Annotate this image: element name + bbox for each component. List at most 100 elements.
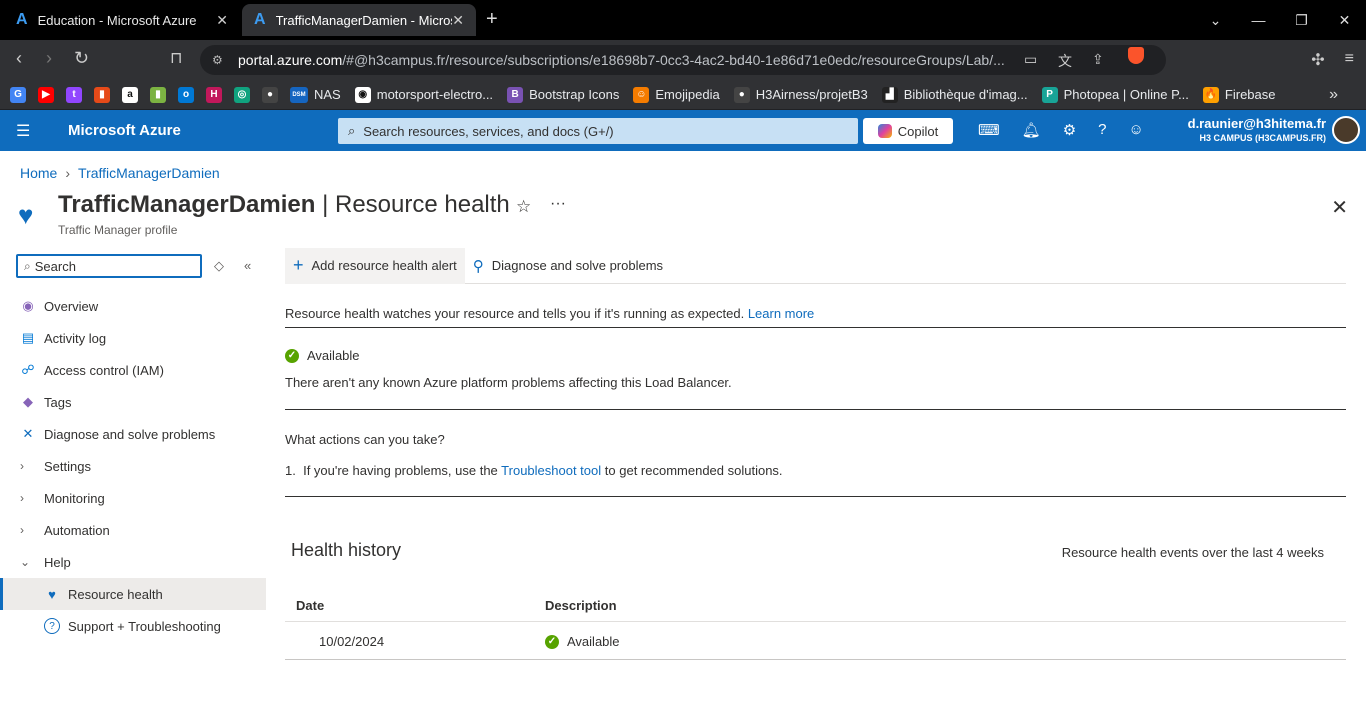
browser-toolbar-right: ✣ ≡ xyxy=(1311,50,1354,70)
user-account[interactable]: d.raunier@h3hitema.fr H3 CAMPUS (H3CAMPU… xyxy=(1188,116,1326,143)
browser-tab[interactable]: A Education - Microsoft Azure ✕ xyxy=(4,4,240,36)
bookmark-item[interactable]: ☺ Emojipedia xyxy=(633,86,720,103)
bookmark-item[interactable]: t xyxy=(66,86,88,103)
back-icon[interactable]: ‹ xyxy=(16,48,22,69)
tab-title: Education - Microsoft Azure xyxy=(37,12,197,28)
cloud-shell-icon[interactable]: ⌨ xyxy=(978,121,1000,139)
page-title: TrafficManagerDamien | Resource health xyxy=(58,191,510,219)
menu-item-support[interactable]: ? Support + Troubleshooting xyxy=(0,610,266,642)
menu-icon[interactable]: ≡ xyxy=(1345,50,1354,70)
forward-icon[interactable]: › xyxy=(46,48,52,69)
chevron-right-icon: › xyxy=(65,165,71,181)
menu-item-resource-health[interactable]: ♥ Resource health xyxy=(0,578,266,610)
bookmark-item[interactable]: ▮ xyxy=(150,86,172,103)
hamburger-menu-icon[interactable]: ☰ xyxy=(16,121,30,141)
diagnose-button[interactable]: ⚲ Diagnose and solve problems xyxy=(465,248,671,284)
url-field[interactable]: ⚙ portal.azure.com/#@h3campus.fr/resourc… xyxy=(200,45,1166,75)
avatar[interactable] xyxy=(1332,116,1360,144)
page-subtitle: Traffic Manager profile xyxy=(58,223,178,237)
menu-group-help[interactable]: ⌄ Help xyxy=(0,546,266,578)
expand-collapse-icon[interactable]: ◇ xyxy=(214,258,224,274)
menu-item-label: Access control (IAM) xyxy=(44,362,164,378)
bookmark-item[interactable]: ● xyxy=(262,86,284,103)
menu-search-input[interactable]: ⌕ Search xyxy=(16,254,202,278)
collapse-menu-icon[interactable]: « xyxy=(244,258,251,273)
column-header-description[interactable]: Description xyxy=(545,598,617,613)
troubleshoot-tool-link[interactable]: Troubleshoot tool xyxy=(501,463,601,478)
browser-tab-active[interactable]: A TrafficManagerDamien - Microsoft Azure… xyxy=(242,4,476,36)
bookmark-item[interactable]: P Photopea | Online P... xyxy=(1041,86,1189,103)
bookmark-item[interactable]: ◉ motorsport-electro... xyxy=(354,86,494,103)
bookmark-item[interactable]: B Bootstrap Icons xyxy=(507,86,619,103)
section-name: | Resource health xyxy=(322,191,510,218)
chatgpt-icon: ◎ xyxy=(234,86,250,103)
site-info-icon[interactable]: ⚙ xyxy=(212,53,223,67)
menu-item-diagnose[interactable]: ✕ Diagnose and solve problems xyxy=(0,418,266,450)
wrench-icon: ✕ xyxy=(22,426,34,441)
header-icons: ⌨ 🔔︎ ⚙ ? ☺ xyxy=(978,121,1144,139)
bookmark-label: motorsport-electro... xyxy=(376,87,494,102)
azure-brand[interactable]: Microsoft Azure xyxy=(68,122,181,139)
restore-icon[interactable]: ❐ xyxy=(1280,0,1323,40)
bookmark-item[interactable]: H xyxy=(206,86,228,103)
bookmark-item[interactable]: ◎ xyxy=(234,86,256,103)
translate-icon[interactable]: 文 xyxy=(1058,51,1072,71)
bookmark-item[interactable]: G xyxy=(10,86,32,103)
bookmark-item[interactable]: ● H3Airness/projetB3 xyxy=(733,86,868,103)
more-options-icon[interactable]: ··· xyxy=(550,195,566,213)
global-search-input[interactable]: ⌕ Search resources, services, and docs (… xyxy=(338,118,858,144)
notifications-icon[interactable]: 🔔︎ xyxy=(1022,121,1041,139)
bookmark-item[interactable]: ▶ xyxy=(38,86,60,103)
menu-group-settings[interactable]: › Settings xyxy=(0,450,266,482)
more-bookmarks-icon[interactable]: » xyxy=(1329,86,1338,104)
menu-item-activity-log[interactable]: ▤ Activity log xyxy=(0,322,266,354)
chevron-right-icon: › xyxy=(20,523,24,537)
add-health-alert-button[interactable]: + Add resource health alert xyxy=(285,247,465,284)
breadcrumb-home[interactable]: Home xyxy=(20,165,57,181)
brave-shield-icon[interactable] xyxy=(1128,47,1144,64)
close-tab-icon[interactable]: ✕ xyxy=(216,12,228,29)
chevron-down-icon: ⌄ xyxy=(20,555,31,569)
table-divider xyxy=(285,659,1346,660)
bookmarks-bar: G ▶ t ▮ a ▮ o H ◎ ● DSM NAS ◉ motorsport-electro... B B… xyxy=(0,80,1366,110)
bookmark-item[interactable]: DSM NAS xyxy=(290,86,341,103)
breadcrumb-resource[interactable]: TrafficManagerDamien xyxy=(78,165,220,181)
copilot-button[interactable]: Copilot xyxy=(863,118,953,144)
cast-icon[interactable]: ▭ xyxy=(1024,51,1037,68)
close-tab-icon[interactable]: ✕ xyxy=(452,12,464,29)
column-header-date[interactable]: Date xyxy=(296,598,324,613)
menu-item-label: Help xyxy=(44,554,71,570)
help-icon[interactable]: ? xyxy=(1098,121,1106,139)
overview-icon: ◉ xyxy=(22,298,34,313)
bookmark-item[interactable]: a xyxy=(122,86,144,103)
menu-group-automation[interactable]: › Automation xyxy=(0,514,266,546)
menu-item-iam[interactable]: ☍ Access control (IAM) xyxy=(0,354,266,386)
reload-icon[interactable]: ↻ xyxy=(74,48,89,69)
iam-icon: ☍ xyxy=(21,362,35,377)
search-placeholder: Search resources, services, and docs (G+… xyxy=(363,123,614,139)
menu-item-tags[interactable]: ◆ Tags xyxy=(0,386,266,418)
outlook-icon: o xyxy=(178,86,194,103)
divider xyxy=(285,327,1346,328)
menu-item-overview[interactable]: ◉ Overview xyxy=(0,290,266,322)
share-icon[interactable]: ⇪ xyxy=(1092,51,1104,68)
minimize-icon[interactable]: — xyxy=(1237,0,1280,40)
menu-group-monitoring[interactable]: › Monitoring xyxy=(0,482,266,514)
menu-item-label: Diagnose and solve problems xyxy=(44,426,216,442)
bookmark-icon[interactable]: ⊓ xyxy=(170,48,182,68)
bookmark-item[interactable]: 🔥 Firebase xyxy=(1202,86,1276,103)
extensions-icon[interactable]: ✣ xyxy=(1311,50,1324,70)
settings-gear-icon[interactable]: ⚙ xyxy=(1063,121,1076,139)
new-tab-icon[interactable]: + xyxy=(486,8,498,31)
favorite-star-icon[interactable]: ☆ xyxy=(516,197,531,217)
tab-search-icon[interactable]: ⌄ xyxy=(1194,0,1237,40)
feedback-icon[interactable]: ☺ xyxy=(1129,121,1144,139)
bookmark-item[interactable]: o xyxy=(178,86,200,103)
bookmark-item[interactable]: ▮ xyxy=(94,86,116,103)
close-window-icon[interactable]: ✕ xyxy=(1323,0,1366,40)
photopea-icon: P xyxy=(1041,86,1058,103)
bookmark-item[interactable]: ▟ Bibliothèque d'imag... xyxy=(881,86,1028,103)
learn-more-link[interactable]: Learn more xyxy=(748,306,814,321)
close-blade-icon[interactable]: ✕ xyxy=(1331,195,1348,220)
status-label: Available xyxy=(307,348,360,363)
